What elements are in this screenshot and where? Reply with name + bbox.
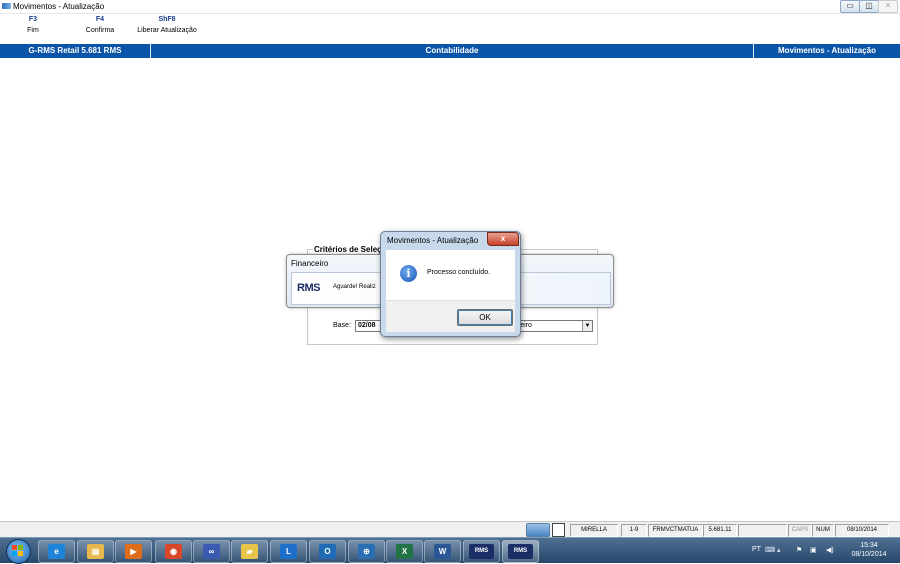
network-icon[interactable]: ▣ [810,546,817,554]
progress-message: Aguarde! Realiz [333,284,376,290]
module-name: Contabilidade [425,46,479,55]
information-icon: i [400,265,417,282]
ok-button[interactable]: OK [457,309,513,326]
windows-logo-icon [12,551,17,556]
minimize-button[interactable]: ▭ [840,0,860,13]
progress-window-title: Financeiro [291,259,329,268]
button-label: Confirma [85,27,115,34]
system-tray: PT ⌨ ▴ ⚑ ▣ ◀) 15:34 08/10/2014 [748,540,898,561]
explorer-icon: ▤ [87,544,104,559]
lync-icon: L [280,544,297,559]
dialog-body: i Processo concluído. [386,250,515,300]
clock-date: 08/10/2014 [851,551,887,558]
start-button[interactable] [6,539,31,564]
module-select[interactable]: ereiro ▼ [513,320,593,332]
status-version: 5.681.11 [703,524,737,537]
rms-2-icon: RMS [508,544,533,559]
message-dialog: Movimentos - Atualização x i Processo co… [380,231,521,337]
window-title: Movimentos - Atualização [13,2,105,11]
folder-icon: ▰ [241,544,258,559]
word-icon: W [434,544,451,559]
button-label: Fim [27,27,39,34]
status-date: 08/10/2014 [835,524,889,537]
module-header: G-RMS Retail 5.681 RMS Contabilidade Mov… [0,44,900,58]
status-num: NUM [812,524,834,537]
taskbar-app-word[interactable]: W [424,540,461,563]
window-close-button[interactable]: ✕ [878,0,898,13]
ie-icon: e [48,544,65,559]
taskbar-app-folder[interactable]: ▰ [231,540,268,563]
taskbar-app-ie[interactable]: e [38,540,75,563]
status-form: FRMVCTMATUA [648,524,703,537]
app-icon [2,3,11,9]
clock-time: 15:34 [860,542,878,549]
status-blank [738,524,787,537]
taskbar-app-explorer[interactable]: ▤ [77,540,114,563]
excel-icon: X [396,544,413,559]
taskbar-app-excel[interactable]: X [386,540,423,563]
windows-logo-icon [18,545,23,550]
windows-logo-icon [12,545,17,550]
toolbar-button-liberar-atualizacao[interactable]: ShF8 Liberar Atualização [132,14,202,36]
clock[interactable]: 15:34 08/10/2014 [844,541,894,559]
button-label: Liberar Atualização [137,27,197,34]
shortcut-key: ShF8 [158,16,176,23]
taskbar-app-rms-1[interactable]: RMS [463,540,500,563]
chevron-down-icon[interactable]: ▼ [582,321,592,331]
flag-icon[interactable]: ⚑ [796,546,802,554]
taskbar-app-network[interactable]: ⊕ [348,540,385,563]
keyboard-icon [526,523,550,537]
status-code: 1-9 [621,524,647,537]
chrome-icon: ◉ [165,544,182,559]
taskbar: e ▤ ▶ ◉ ∞ ▰ L O ⊕ X W RMS RMS PT ⌨ ▴ ⚑ ▣ ◀) 15:34 08… [0,537,900,564]
screen-name: Movimentos - Atualização [778,46,876,55]
dialog-close-button[interactable]: x [487,232,519,246]
shortcut-key: F4 [95,16,105,23]
taskbar-app-chrome[interactable]: ◉ [155,540,192,563]
product-version: G-RMS Retail 5.681 RMS [28,46,122,55]
keyboard-layout-icon[interactable]: ⌨ ▴ [765,546,781,554]
volume-icon[interactable]: ◀) [826,546,834,554]
base-label: Base: [333,322,351,329]
app-link-icon: ∞ [203,544,220,559]
windows-logo-icon [18,551,23,556]
status-user: MIRELLA [570,524,618,537]
rms-1-icon: RMS [469,544,494,559]
status-bar: MIRELLA 1-9 FRMVCTMATUA 5.681.11 CAPS NU… [0,521,900,538]
network-icon: ⊕ [358,544,375,559]
taskbar-app-media[interactable]: ▶ [115,540,152,563]
media-icon: ▶ [125,544,142,559]
rms-logo: RMS [297,282,320,294]
taskbar-app-outlook[interactable]: O [309,540,346,563]
language-indicator[interactable]: PT [752,546,761,553]
shortcut-key: F3 [28,16,38,23]
maximize-button[interactable]: ◫ [859,0,879,13]
status-caps: CAPS [788,524,812,537]
taskbar-app-rms-2[interactable]: RMS [502,540,539,563]
function-key-toolbar: F3 Fim F4 Confirma ShF8 Liberar Atualiza… [0,14,900,42]
toolbar-button-fim[interactable]: F3 Fim [20,14,46,36]
outlook-icon: O [319,544,336,559]
dialog-footer: OK [386,300,515,332]
taskbar-app-app-link[interactable]: ∞ [193,540,230,563]
window-icon [552,523,565,537]
dialog-title: Movimentos - Atualização [387,236,479,245]
window-titlebar: Movimentos - Atualização ▭ ◫ ✕ [0,0,900,14]
taskbar-app-lync[interactable]: L [270,540,307,563]
toolbar-button-confirma[interactable]: F4 Confirma [80,14,120,36]
dialog-message: Processo concluído. [427,269,491,276]
